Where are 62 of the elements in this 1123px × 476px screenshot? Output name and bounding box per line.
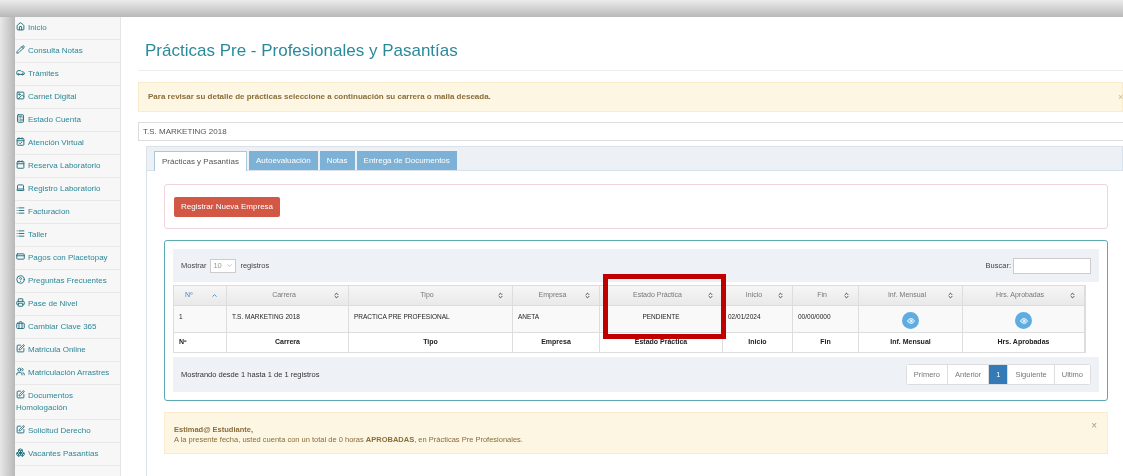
sort-icon — [777, 292, 784, 299]
sort-icon — [947, 292, 954, 299]
sidebar-item[interactable]: Trámites — [16, 68, 116, 80]
caret-icon — [226, 262, 234, 269]
sidebar-item[interactable]: Pagos con Placetopay — [16, 252, 116, 264]
sidebar-item[interactable]: Estado Cuenta — [16, 114, 116, 126]
sort-icon — [843, 292, 850, 299]
sort-ascending-icon — [211, 292, 218, 299]
page-title: Prácticas Pre - Profesionales y Pasantías — [145, 40, 459, 62]
credit-card-icon — [16, 252, 25, 261]
list-icon — [16, 229, 25, 238]
briefcase-icon — [16, 321, 25, 330]
register-company-button[interactable]: Registrar Nueva Empresa — [174, 196, 281, 217]
sidebar-item[interactable]: Carnet Digital — [16, 91, 116, 103]
search-field[interactable] — [1013, 257, 1091, 274]
tab[interactable]: Autoevaluación — [248, 151, 318, 170]
sidebar-item[interactable]: Vacantes Pasantías — [16, 448, 116, 460]
sort-icon — [1069, 292, 1076, 299]
edit-icon — [16, 425, 25, 434]
sidebar-item[interactable]: Consulta Notas — [16, 45, 116, 57]
list-icon — [16, 206, 25, 215]
edit-icon — [16, 344, 25, 353]
tab[interactable]: Entrega de Documentos — [356, 151, 457, 170]
calendar-icon — [16, 160, 25, 169]
question-icon — [16, 275, 25, 284]
sidebar-item[interactable]: Matriculación Arrastres — [16, 367, 116, 379]
sidebar-item[interactable]: Inicio — [16, 22, 116, 34]
sidebar-item[interactable]: Facturacion — [16, 206, 116, 218]
view-button[interactable] — [1015, 312, 1032, 329]
edit-icon — [16, 390, 25, 399]
printer-icon — [16, 298, 25, 307]
tab[interactable]: Notas — [319, 151, 355, 170]
sidebar-item[interactable]: Matricula Online — [16, 344, 116, 356]
career-select[interactable]: T.S. MARKETING 2018 — [138, 122, 1123, 141]
car-icon — [16, 68, 25, 77]
eye-icon — [906, 316, 915, 325]
sidebar-item[interactable]: Pase de Nivel — [16, 298, 116, 310]
sort-icon — [333, 292, 340, 299]
sort-icon — [707, 292, 714, 299]
home-icon — [16, 22, 25, 31]
image-icon — [16, 91, 25, 100]
sort-icon — [584, 292, 591, 299]
laptop-icon — [16, 183, 25, 192]
sidebar-item[interactable]: Cambiar Clave 365 — [16, 321, 116, 333]
cubes-icon — [16, 448, 25, 457]
users-icon — [16, 367, 25, 376]
pencil-icon — [16, 45, 25, 54]
notice-text: Para revisar su detalle de prácticas seleccione a continuación su carrera o malla deseada. — [148, 91, 491, 103]
calculator-icon — [16, 114, 25, 123]
sidebar-item[interactable]: Reserva Laboratorio — [16, 160, 116, 172]
calendar-check-icon — [16, 137, 25, 146]
eye-icon — [1019, 316, 1028, 325]
close-button[interactable]: × — [1091, 421, 1097, 431]
sidebar-item[interactable]: Preguntas Frecuentes — [16, 275, 116, 287]
view-button[interactable] — [902, 312, 919, 329]
tab[interactable]: Prácticas y Pasantías — [154, 151, 247, 171]
sidebar-item[interactable]: Documentos Homologación — [16, 390, 116, 414]
sidebar-item[interactable]: Solicitud Derecho — [16, 425, 116, 437]
sidebar-item[interactable]: Atención Virtual — [16, 137, 116, 149]
sidebar-item[interactable]: Registro Laboratorio — [16, 183, 116, 195]
sidebar-item[interactable]: Taller — [16, 229, 116, 241]
sort-icon — [497, 292, 504, 299]
